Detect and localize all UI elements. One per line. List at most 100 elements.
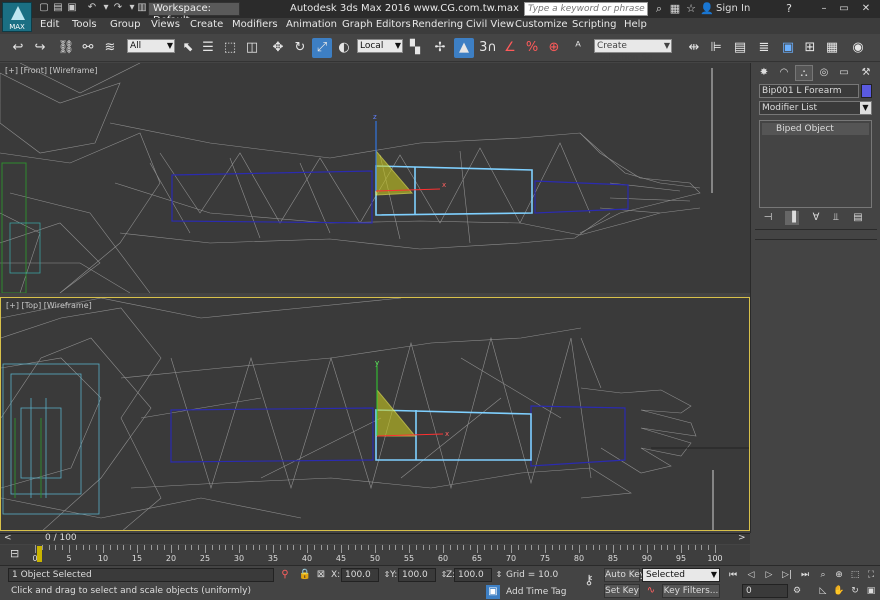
- selection-lock-icon[interactable]: 🔒: [298, 568, 312, 582]
- edit-named-selection-icon[interactable]: ᴬ: [568, 38, 588, 58]
- select-and-link-icon[interactable]: ⛓: [56, 38, 76, 58]
- percent-snap-icon[interactable]: %: [522, 38, 542, 58]
- object-name-field[interactable]: Bip001 L Forearm: [759, 84, 859, 98]
- menu-modifiers[interactable]: Modifiers: [232, 19, 278, 30]
- menu-animation[interactable]: Animation: [286, 19, 337, 30]
- add-time-tag-label[interactable]: Add Time Tag: [506, 587, 566, 597]
- z-spinner-icon[interactable]: ⇕: [492, 568, 506, 582]
- play-icon[interactable]: ▷: [762, 568, 776, 582]
- selection-filter-dropdown[interactable]: All ▼: [127, 39, 175, 53]
- material-editor-icon[interactable]: ▦: [822, 38, 842, 58]
- select-by-name-icon[interactable]: ☰: [198, 38, 218, 58]
- menu-edit[interactable]: Edit: [40, 19, 59, 30]
- workspace-dropdown[interactable]: Workspace: Default: [148, 2, 240, 26]
- close-button[interactable]: ✕: [858, 2, 874, 16]
- remove-modifier-icon[interactable]: ⫫: [829, 211, 843, 225]
- time-configuration-icon[interactable]: ⚙: [790, 584, 804, 598]
- render-setup-icon[interactable]: ◉: [848, 38, 868, 58]
- make-unique-icon[interactable]: ∀: [809, 211, 823, 225]
- snaps-toggle-icon[interactable]: 3∩: [478, 38, 498, 58]
- go-to-end-icon[interactable]: ⏭: [798, 568, 812, 582]
- sign-in-link[interactable]: Sign In: [716, 3, 750, 14]
- y-coordinate-field[interactable]: 100.0: [398, 568, 436, 582]
- isolate-selection-icon[interactable]: ⚲: [278, 568, 292, 582]
- schematic-view-icon[interactable]: ⊞: [800, 38, 820, 58]
- orbit-icon[interactable]: ↻: [848, 584, 862, 598]
- select-and-rotate-icon[interactable]: ↻: [290, 38, 310, 58]
- zoom-extents-icon[interactable]: ⬚: [848, 568, 862, 582]
- top-viewport[interactable]: [+] [Top] [Wireframe] y x: [0, 297, 750, 531]
- front-viewport-label[interactable]: [+] [Front] [Wireframe]: [5, 66, 97, 75]
- field-of-view-icon[interactable]: ◺: [816, 584, 830, 598]
- new-file-icon[interactable]: ▢: [38, 2, 50, 14]
- select-and-scale-icon[interactable]: ⤢: [312, 38, 332, 58]
- menu-tools[interactable]: Tools: [72, 19, 97, 30]
- redo-icon[interactable]: ↪: [30, 38, 50, 58]
- motion-tab-icon[interactable]: ◎: [815, 65, 833, 81]
- key-mode-dropdown[interactable]: Selected ▼: [642, 568, 720, 582]
- align-icon[interactable]: ⊫: [706, 38, 726, 58]
- time-tag-icon[interactable]: ▣: [486, 585, 500, 599]
- current-frame-field[interactable]: 0: [742, 584, 788, 598]
- previous-key-icon[interactable]: ◁: [744, 568, 758, 582]
- pin-stack-icon[interactable]: ⊣: [761, 211, 775, 225]
- named-selection-dropdown[interactable]: Create Selection Se ▼: [594, 39, 672, 63]
- configure-modifier-sets-icon[interactable]: ▤: [851, 211, 865, 225]
- curve-editor-icon[interactable]: ▣: [778, 38, 798, 58]
- search-binoculars-icon[interactable]: ⌕: [652, 2, 666, 16]
- select-and-move-icon[interactable]: ✥: [268, 38, 288, 58]
- zoom-icon[interactable]: ⌕: [816, 568, 830, 582]
- layer-explorer-icon[interactable]: ≣: [754, 38, 774, 58]
- previous-frame-icon[interactable]: <: [4, 533, 12, 543]
- z-coordinate-field[interactable]: 100.0: [454, 568, 492, 582]
- x-coordinate-field[interactable]: 100.0: [341, 568, 379, 582]
- spinner-snap-icon[interactable]: ⊕: [544, 38, 564, 58]
- subscription-icon[interactable]: ▦: [668, 2, 682, 16]
- utilities-tab-icon[interactable]: ⚒: [857, 65, 875, 81]
- absolute-mode-icon[interactable]: ⊠: [314, 568, 328, 582]
- select-and-place-icon[interactable]: ◐: [334, 38, 354, 58]
- zoom-extents-all-icon[interactable]: ⛶: [864, 568, 878, 582]
- create-tab-icon[interactable]: ✸: [755, 65, 773, 81]
- help-icon[interactable]: ?: [782, 2, 796, 16]
- open-file-icon[interactable]: ▤: [52, 2, 64, 14]
- select-manipulate-icon[interactable]: ✢: [430, 38, 450, 58]
- rectangular-selection-icon[interactable]: ⬚: [220, 38, 240, 58]
- bind-to-space-warp-icon[interactable]: ≋: [100, 38, 120, 58]
- redo-icon[interactable]: ↷: [112, 2, 124, 14]
- front-viewport[interactable]: [+] [Front] [Wireframe] z x: [0, 63, 750, 293]
- save-file-icon[interactable]: ▣: [66, 2, 78, 14]
- object-color-swatch[interactable]: [861, 84, 872, 98]
- search-field[interactable]: [524, 2, 648, 16]
- hierarchy-tab-icon[interactable]: ⛬: [795, 65, 813, 81]
- menu-rendering[interactable]: Rendering: [412, 19, 463, 30]
- project-folder-icon[interactable]: ▥: [136, 2, 148, 14]
- menu-group[interactable]: Group: [110, 19, 140, 30]
- stack-item-biped-object[interactable]: Biped Object: [762, 123, 869, 135]
- key-filters-button[interactable]: Key Filters...: [662, 584, 720, 598]
- time-slider[interactable]: < 0 / 100 >: [0, 533, 750, 544]
- next-key-icon[interactable]: ▷|: [780, 568, 794, 582]
- undo-dropdown-icon[interactable]: ▾: [100, 2, 112, 14]
- menu-graph-editors[interactable]: Graph Editors: [342, 19, 411, 30]
- menu-views[interactable]: Views: [151, 19, 180, 30]
- next-frame-icon[interactable]: >: [738, 533, 746, 543]
- go-to-start-icon[interactable]: ⏮: [726, 568, 740, 582]
- show-end-result-icon[interactable]: ▐: [785, 211, 799, 225]
- set-key-mode-key-icon[interactable]: ⚷: [578, 574, 600, 588]
- app-menu-button[interactable]: MAX: [2, 2, 32, 32]
- pan-view-icon[interactable]: ✋: [832, 584, 846, 598]
- set-key-button[interactable]: Set Key: [604, 584, 640, 598]
- track-bar[interactable]: ⊟ 0 5 10 15 20 25 30 35 40 45 50 55 60 65 70 75 80 85 90 95…: [0, 545, 750, 565]
- menu-civil-view[interactable]: Civil View: [466, 19, 514, 30]
- search-input[interactable]: [528, 3, 647, 15]
- scene-explorer-icon[interactable]: ▤: [730, 38, 750, 58]
- modify-tab-icon[interactable]: ◠: [775, 65, 793, 81]
- maximize-viewport-icon[interactable]: ▣: [864, 584, 878, 598]
- maximize-button[interactable]: ▭: [836, 2, 852, 16]
- top-viewport-label[interactable]: [+] [Top] [Wireframe]: [6, 301, 92, 310]
- menu-customize[interactable]: Customize: [515, 19, 568, 30]
- mini-curve-editor-icon[interactable]: ⊟: [10, 547, 19, 560]
- keyboard-shortcut-override-icon[interactable]: ▲: [454, 38, 474, 58]
- zoom-all-icon[interactable]: ⊕: [832, 568, 846, 582]
